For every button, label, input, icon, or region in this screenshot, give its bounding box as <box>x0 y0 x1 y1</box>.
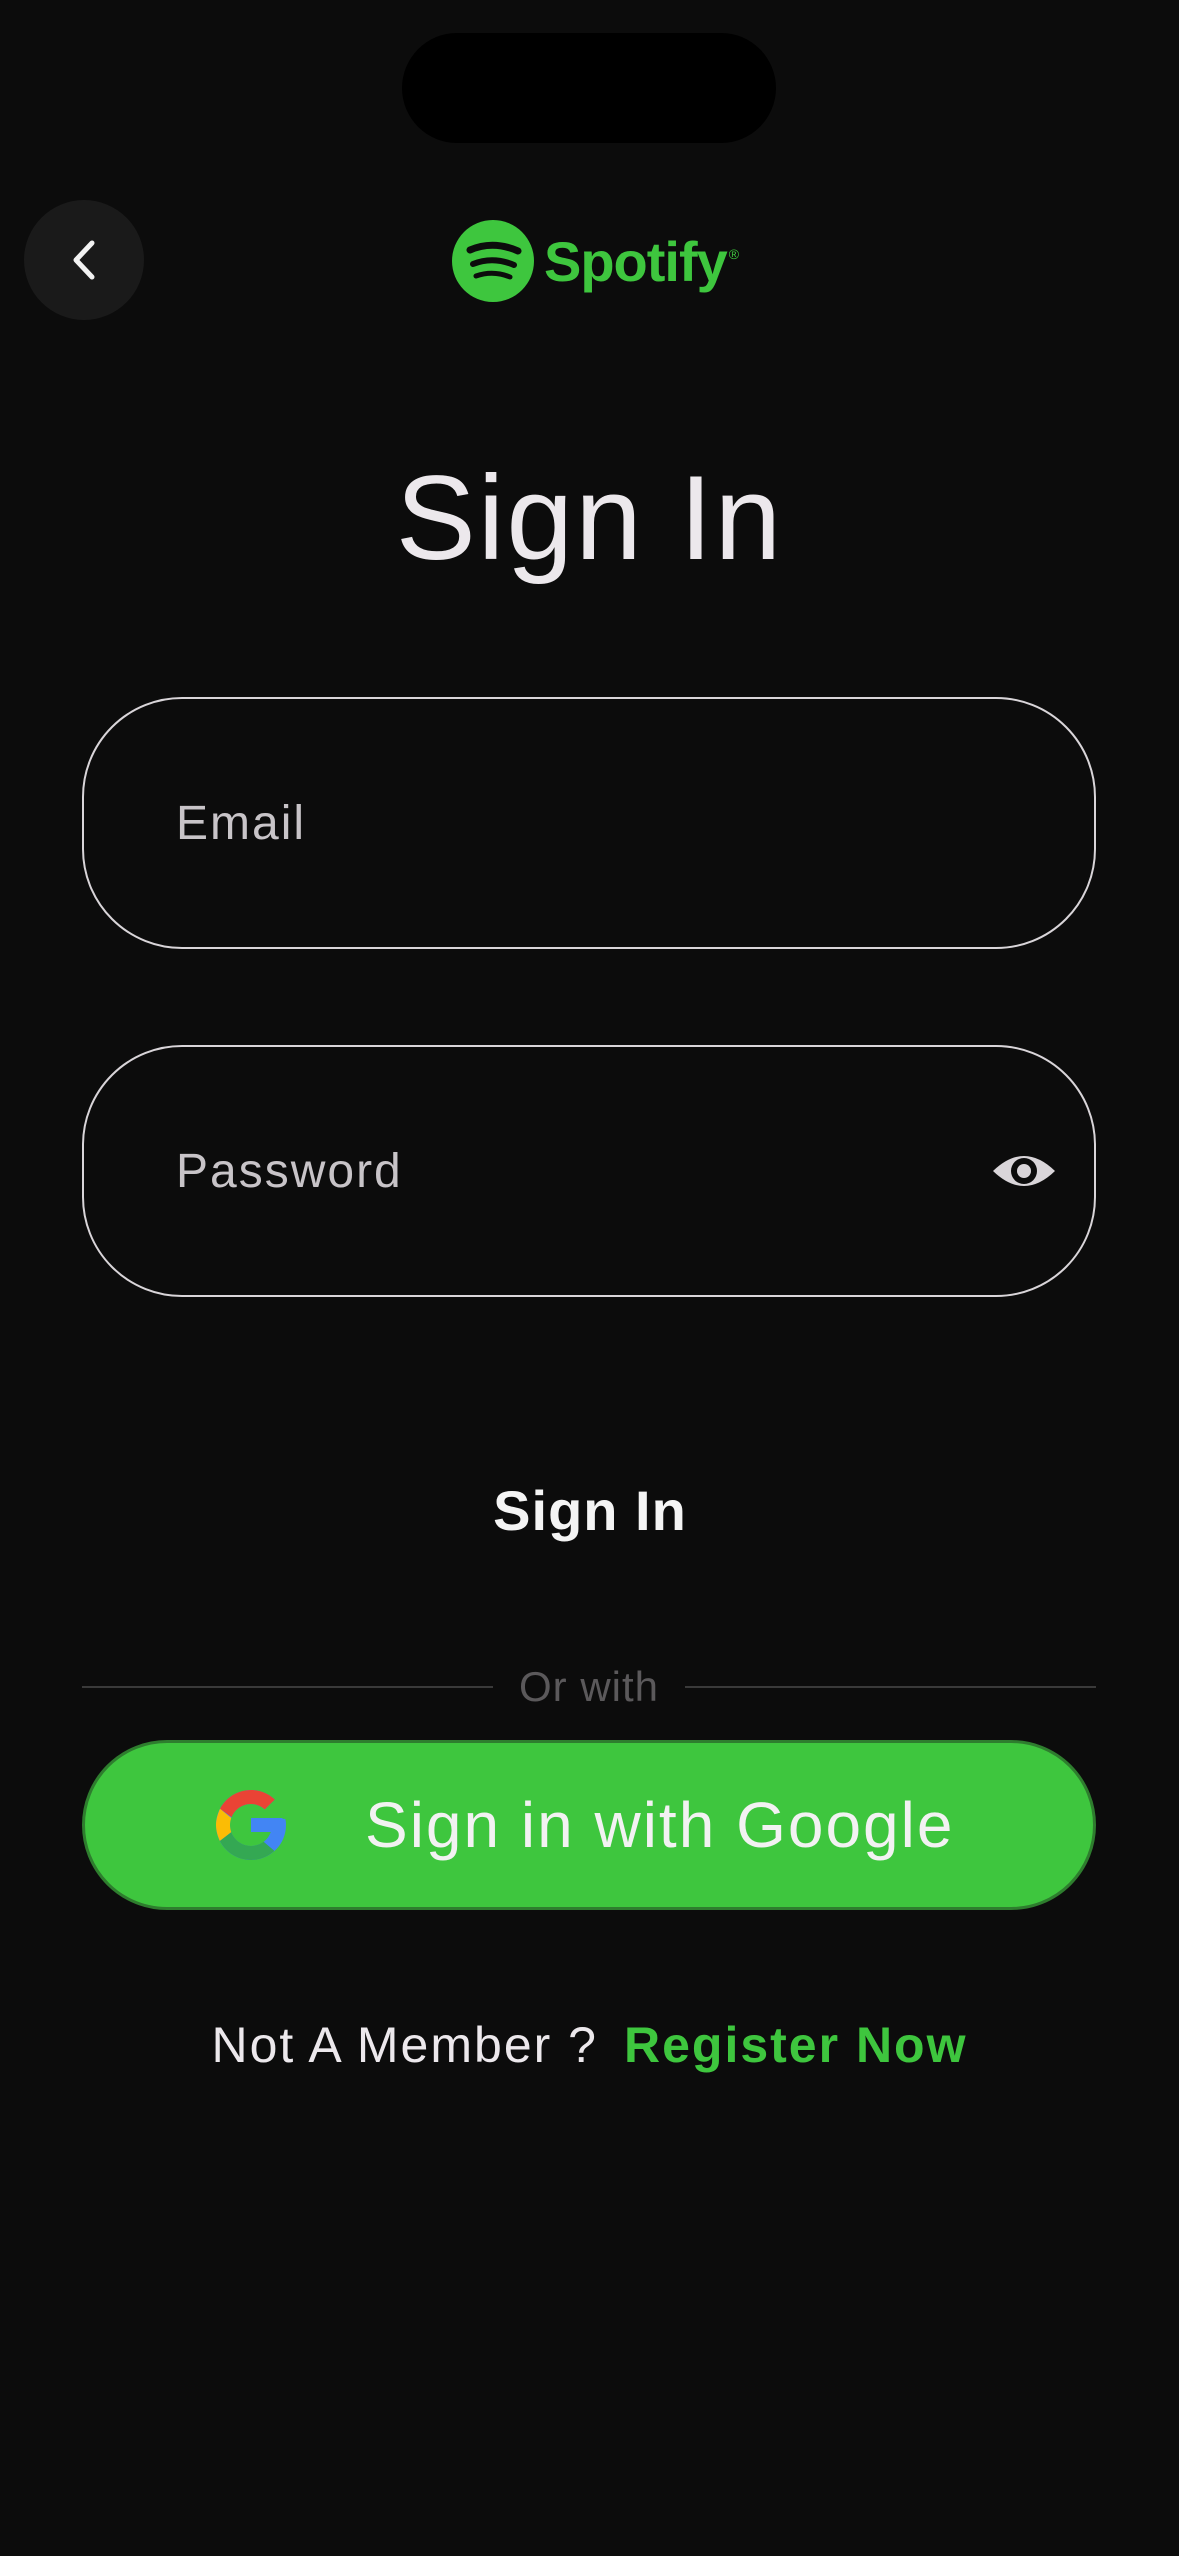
sign-in-button[interactable]: Sign In <box>340 1455 840 1565</box>
logo-registered-mark: ® <box>728 246 740 262</box>
logo-wordmark: Spotify <box>544 229 728 293</box>
or-divider: Or with <box>82 1657 1097 1717</box>
email-input[interactable] <box>174 794 1064 852</box>
register-prompt: Not A Member ? Register Now <box>0 2010 1179 2080</box>
eye-icon <box>993 1156 1055 1186</box>
spotify-logo: Spotify ® <box>452 218 739 304</box>
email-field-container <box>82 697 1096 949</box>
password-visibility-toggle[interactable] <box>984 1131 1064 1211</box>
back-button[interactable] <box>24 200 144 320</box>
password-input[interactable] <box>174 1142 984 1200</box>
google-sign-in-label: Sign in with Google <box>365 1789 955 1861</box>
divider-text: Or with <box>519 1663 660 1710</box>
google-sign-in-button[interactable]: Sign in with Google <box>82 1740 1096 1910</box>
divider-line-left <box>82 1686 493 1688</box>
page-title: Sign In <box>395 451 784 585</box>
spotify-icon <box>452 220 534 302</box>
password-field-container <box>82 1045 1096 1297</box>
register-now-link[interactable]: Register Now <box>624 2016 968 2074</box>
dynamic-island <box>402 33 776 143</box>
divider-line-right <box>685 1686 1097 1688</box>
google-icon <box>216 1790 286 1860</box>
chevron-left-icon <box>73 240 95 280</box>
not-member-text: Not A Member ? <box>211 2017 598 2073</box>
